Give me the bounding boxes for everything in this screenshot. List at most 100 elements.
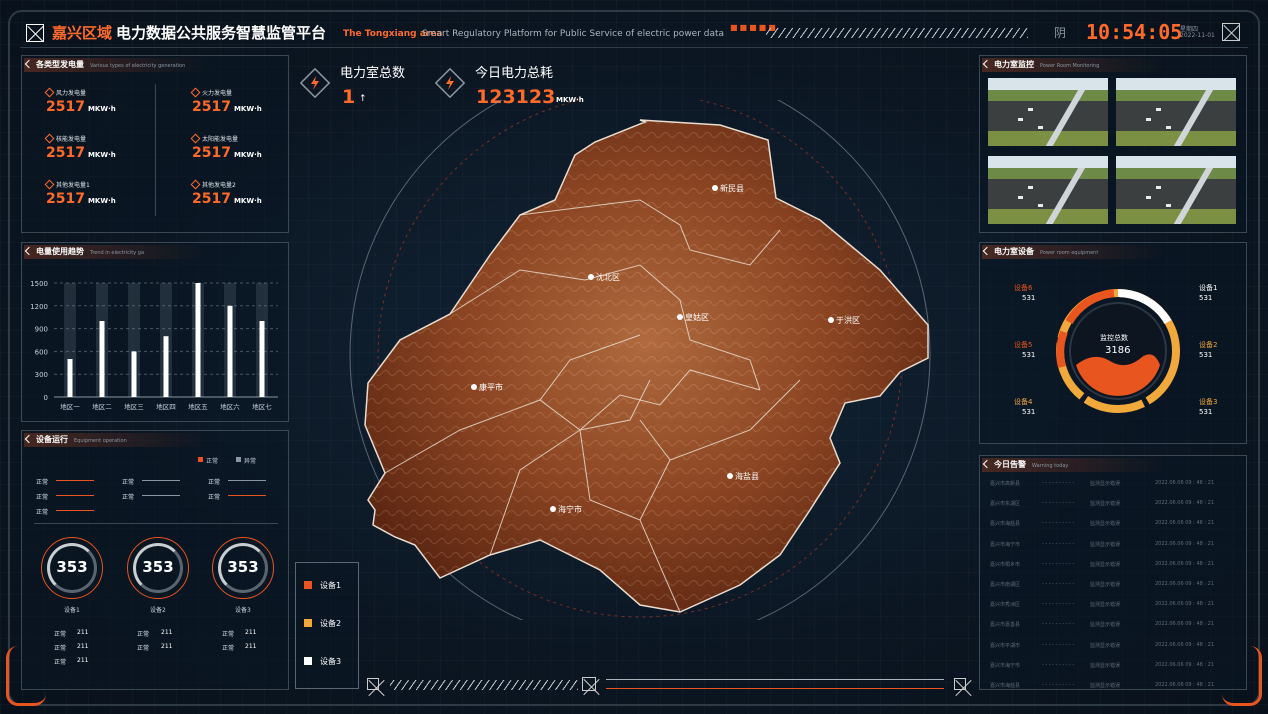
- alert-row[interactable]: 嘉兴市平湖市 监测显示错误 2022.06.06 09 : 48 : 21 - - -…: [990, 642, 1240, 652]
- alert-time: 2022.06.06 09 : 48 : 21: [1155, 500, 1215, 507]
- alert-place: 嘉兴市东湖区: [990, 501, 1021, 508]
- equipment-ring-2: 353: [127, 537, 189, 599]
- alert-row[interactable]: 嘉兴市海盐县 监测显示错误 2022.06.06 09 : 48 : 21 - - -…: [990, 520, 1240, 530]
- alert-place: 嘉兴市海盐县: [990, 683, 1021, 689]
- alert-dots: - - - - - - - - - -: [1042, 520, 1075, 527]
- header-bar: 嘉兴区域 电力数据公共服务智慧监管平台 The Tongxiang area S…: [20, 18, 1248, 48]
- equipment-ring-label-1: 设备1: [64, 607, 80, 614]
- devices-center-label: 监控总数: [1100, 334, 1128, 342]
- stat-value-3: 211: [77, 657, 89, 664]
- alerts-panel: 今日告警 Warning today 嘉兴市高新县 监测显示错误 2022.06.06…: [979, 455, 1247, 690]
- trend-title: 电量使用趋势 Trend in electricity ga: [24, 245, 286, 259]
- map-place-1[interactable]: 新民县: [712, 183, 744, 194]
- device-label-2: 设备2: [1199, 341, 1218, 349]
- stat-label-7: 正常: [222, 645, 235, 652]
- map-place-7[interactable]: 海盐县: [727, 471, 759, 482]
- bottom-line-2: [606, 688, 944, 689]
- bottom-x-icon: [367, 678, 379, 690]
- equipment-ring-3: 353: [212, 537, 274, 599]
- alert-row[interactable]: 嘉兴市嘉善县 监测显示错误 2022.06.06 09 : 48 : 21 - - -…: [990, 621, 1240, 631]
- alert-row[interactable]: 嘉兴市秀洲区 监测显示错误 2022.06.06 09 : 48 : 21 - - -…: [990, 601, 1240, 611]
- alert-time: 2022.06.06 09 : 48 : 21: [1155, 520, 1215, 527]
- device-value-1: 531: [1199, 294, 1213, 302]
- alert-time: 2022.06.06 09 : 48 : 21: [1155, 601, 1215, 608]
- equipment-divider: [34, 523, 278, 524]
- alert-place: 嘉兴市海盐县: [990, 521, 1021, 528]
- alert-row[interactable]: 嘉兴市海宁市 监测显示错误 2022.06.06 09 : 48 : 21 - - -…: [990, 662, 1240, 672]
- y-tick-label: 1200: [30, 303, 48, 311]
- stat-value-1: 211: [77, 629, 89, 636]
- alert-place: 嘉兴市秀洲区: [990, 602, 1021, 609]
- close-icon[interactable]: [1222, 23, 1240, 41]
- lightning-icon: [435, 68, 465, 98]
- map-place-4[interactable]: 于洪区: [828, 315, 860, 326]
- x-tick-label: 地区二: [92, 402, 112, 411]
- x-tick-label: 地区六: [220, 402, 240, 411]
- generation-panel: 各类型发电量 Various types of electricity gener…: [21, 55, 289, 233]
- device-label-1: 设备1: [1199, 284, 1218, 292]
- legend-item-2[interactable]: 设备2: [304, 618, 341, 629]
- stat-label-6: 正常: [222, 631, 235, 638]
- bar: [67, 359, 73, 397]
- device-label-3: 设备3: [1199, 398, 1218, 406]
- status-label-4: 正常: [36, 494, 49, 501]
- stat-label-5: 正常: [137, 645, 150, 652]
- alert-row[interactable]: 嘉兴市南湖区 监测显示错误 2022.06.06 09 : 48 : 21 - - -…: [990, 581, 1240, 591]
- camera-feed-2[interactable]: [1116, 78, 1236, 146]
- y-tick-label: 600: [35, 348, 48, 356]
- status-label-3: 正常: [208, 479, 221, 486]
- alert-dots: - - - - - - - - - -: [1042, 661, 1075, 668]
- alert-row[interactable]: 嘉兴市高新县 监测显示错误 2022.06.06 09 : 48 : 21 - - -…: [990, 480, 1240, 490]
- map-place-6[interactable]: 海宁市: [550, 504, 582, 515]
- alert-time: 2022.06.06 09 : 48 : 21: [1155, 540, 1215, 547]
- devices-center-value: 3186: [1105, 345, 1131, 356]
- y-tick-label: 300: [35, 371, 48, 379]
- device-label-6: 设备6: [1014, 284, 1033, 292]
- map-legend: 设备1 设备2 设备3: [295, 562, 359, 689]
- alert-message: 监测显示错误: [1090, 683, 1121, 689]
- camera-feed-3[interactable]: [988, 156, 1108, 224]
- y-tick-label: 1500: [30, 280, 48, 288]
- map-place-3[interactable]: 皇姑区: [677, 312, 709, 323]
- status-bar-6: [228, 495, 266, 496]
- device-label-4: 设备4: [1014, 398, 1033, 406]
- stat-value-7: 211: [245, 643, 257, 650]
- stat-label-2: 正常: [54, 645, 67, 652]
- alert-row[interactable]: 嘉兴市海宁市 监测显示错误 2022.06.06 09 : 48 : 21 - - -…: [990, 541, 1240, 551]
- camera-feed-4[interactable]: [1116, 156, 1236, 224]
- gen-item-thermal: 火力发电量 2517 MKW·h: [192, 90, 262, 115]
- alert-message: 监测显示错误: [1090, 541, 1121, 548]
- x-tick-label: 地区四: [156, 402, 176, 411]
- legend-item-1[interactable]: 设备1: [304, 580, 341, 591]
- alert-row[interactable]: 嘉兴市东湖区 监测显示错误 2022.06.06 09 : 48 : 21 - - -…: [990, 500, 1240, 510]
- alert-message: 监测显示错误: [1090, 622, 1121, 629]
- camera-feed-1[interactable]: [988, 78, 1108, 146]
- alert-dots: - - - - - - - - - -: [1042, 540, 1075, 547]
- alert-message: 监测显示错误: [1090, 501, 1121, 508]
- device-value-6: 531: [1022, 294, 1036, 302]
- trend-panel: 电量使用趋势 Trend in electricity ga 0 300 600 900…: [21, 242, 289, 422]
- alert-place: 嘉兴市高新县: [990, 481, 1021, 487]
- bar: [131, 351, 137, 397]
- alert-place: 嘉兴市桐乡市: [990, 561, 1021, 568]
- equipment-ring-1: 353: [41, 537, 103, 599]
- alert-row[interactable]: 嘉兴市海盐县 监测显示错误 2022.06.06 09 : 48 : 21 - - -…: [990, 682, 1240, 692]
- map-place-2[interactable]: 沈北区: [588, 272, 620, 283]
- equipment-panel: 设备运行 Equipment operation 正常 异常 正常 正常 正常 正…: [21, 430, 289, 690]
- bottom-x-icon: [954, 678, 966, 690]
- monitor-title: 电力室监控 Power Room Monitoring: [982, 58, 1244, 72]
- alert-place: 嘉兴市南湖区: [990, 582, 1021, 588]
- alert-row[interactable]: 嘉兴市桐乡市 监测显示错误 2022.06.06 09 : 48 : 21 - - -…: [990, 561, 1240, 571]
- alert-message: 监测显示错误: [1090, 662, 1121, 669]
- status-label-2: 正常: [122, 479, 135, 486]
- equipment-ring-label-2: 设备2: [150, 607, 166, 614]
- legend-normal: 正常: [198, 456, 218, 465]
- alert-dots: - - - - - - - - - -: [1042, 601, 1075, 608]
- device-value-2: 531: [1199, 351, 1213, 359]
- region-map[interactable]: [340, 100, 940, 620]
- status-bar-7: [56, 510, 94, 511]
- status-label-5: 正常: [122, 494, 135, 501]
- status-bar-4: [56, 495, 94, 496]
- map-place-5[interactable]: 康平市: [471, 382, 503, 393]
- legend-item-3[interactable]: 设备3: [304, 656, 341, 667]
